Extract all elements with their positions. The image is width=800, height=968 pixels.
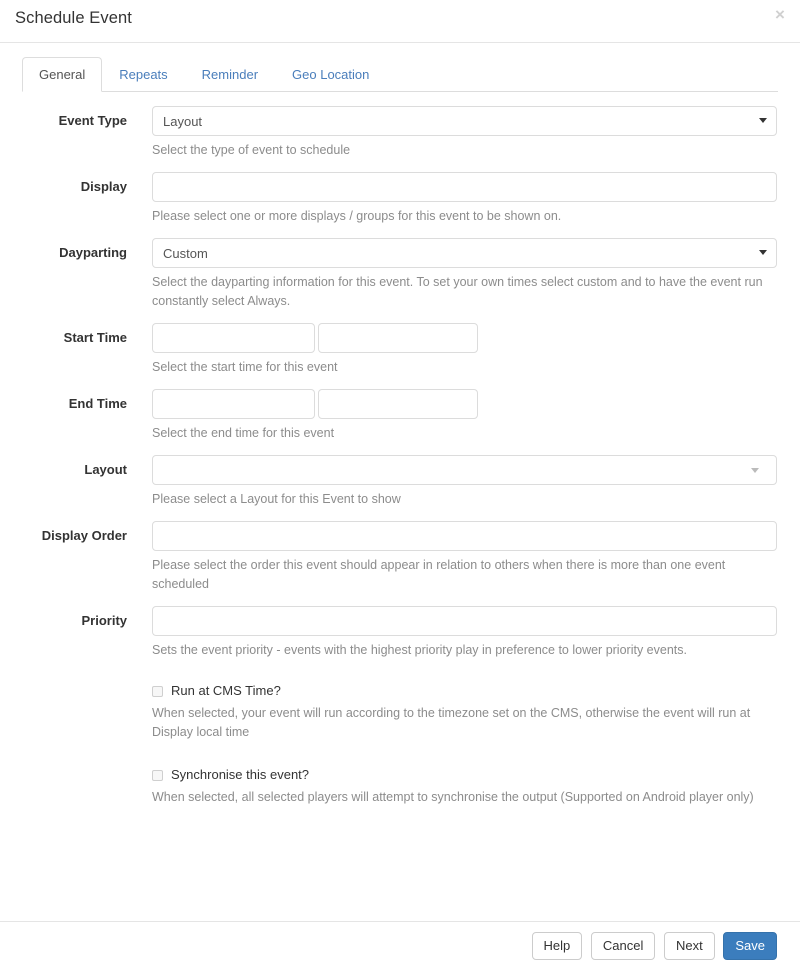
priority-input[interactable] xyxy=(152,606,777,636)
start-time-label: Start Time xyxy=(63,330,127,345)
run-at-cms-time-help: When selected, your event will run accor… xyxy=(152,706,751,739)
start-time-time-input[interactable] xyxy=(318,323,478,353)
dayparting-help: Select the dayparting information for th… xyxy=(152,275,763,308)
end-time-fields xyxy=(152,389,777,419)
run-at-cms-time-checkbox[interactable] xyxy=(152,685,163,697)
layout-select[interactable] xyxy=(152,455,777,485)
end-time-time-input[interactable] xyxy=(318,389,478,419)
dayparting-label: Dayparting xyxy=(59,245,127,260)
modal-header: Schedule Event × xyxy=(0,0,800,43)
start-time-date-input[interactable] xyxy=(152,323,315,353)
end-time-help: Select the end time for this event xyxy=(152,426,335,440)
priority-help: Sets the event priority - events with th… xyxy=(152,643,687,657)
synchronise-line: Synchronise this event? xyxy=(152,766,777,784)
event-type-help: Select the type of event to schedule xyxy=(152,143,351,157)
tab-bar: General Repeats Reminder Geo Location xyxy=(22,57,778,92)
form-row-dayparting: Dayparting Select the dayparting informa… xyxy=(0,238,800,311)
form-row-display-order: Display Order Please select the order th… xyxy=(0,521,800,594)
form-row-priority: Priority Sets the event priority - event… xyxy=(0,606,800,660)
form-row-start-time: Start Time Select the start time for thi… xyxy=(0,323,800,377)
dayparting-select[interactable] xyxy=(152,238,777,268)
tab-reminder[interactable]: Reminder xyxy=(185,57,275,92)
layout-help: Please select a Layout for this Event to… xyxy=(152,492,401,506)
synchronise-checkbox[interactable] xyxy=(152,769,163,781)
form-row-synchronise: Synchronise this event? When selected, a… xyxy=(0,766,800,807)
display-order-input[interactable] xyxy=(152,521,777,551)
form-row-run-at-cms-time: Run at CMS Time? When selected, your eve… xyxy=(0,682,800,742)
display-input[interactable] xyxy=(152,172,777,202)
next-button[interactable]: Next xyxy=(664,932,715,960)
start-time-fields xyxy=(152,323,777,353)
layout-label: Layout xyxy=(84,462,127,477)
tab-geo-location[interactable]: Geo Location xyxy=(275,57,386,92)
tab-repeats[interactable]: Repeats xyxy=(102,57,184,92)
tab-general[interactable]: General xyxy=(22,57,103,92)
page-title: Schedule Event xyxy=(15,9,132,27)
dayparting-select-wrap xyxy=(152,238,777,268)
close-icon[interactable]: × xyxy=(770,5,790,25)
run-at-cms-time-line: Run at CMS Time? xyxy=(152,682,777,700)
event-type-select[interactable] xyxy=(152,106,777,136)
form-row-display: Display Please select one or more displa… xyxy=(0,172,800,226)
cancel-button[interactable]: Cancel xyxy=(590,932,656,960)
priority-label: Priority xyxy=(81,613,127,628)
form-row-event-type: Event Type Select the type of event to s… xyxy=(0,106,800,160)
form-row-end-time: End Time Select the end time for this ev… xyxy=(0,389,800,443)
end-time-label: End Time xyxy=(68,396,127,411)
display-order-label: Display Order xyxy=(41,528,127,543)
save-button[interactable]: Save xyxy=(723,932,777,960)
modal-footer: Help Cancel Next Save xyxy=(0,921,800,968)
event-type-label: Event Type xyxy=(58,113,127,128)
event-type-select-wrap xyxy=(152,106,777,136)
synchronise-help: When selected, all selected players will… xyxy=(152,790,754,804)
help-button[interactable]: Help xyxy=(531,932,583,960)
display-label: Display xyxy=(80,179,127,194)
schedule-event-form: Event Type Select the type of event to s… xyxy=(0,92,800,807)
synchronise-label[interactable]: Synchronise this event? xyxy=(171,766,309,784)
run-at-cms-time-label[interactable]: Run at CMS Time? xyxy=(171,682,281,700)
display-order-help: Please select the order this event shoul… xyxy=(152,558,726,591)
form-row-layout: Layout Please select a Layout for this E… xyxy=(0,455,800,509)
end-time-date-input[interactable] xyxy=(152,389,315,419)
start-time-help: Select the start time for this event xyxy=(152,360,338,374)
tab-list: General Repeats Reminder Geo Location xyxy=(22,57,778,92)
layout-select-wrap xyxy=(152,455,777,485)
display-help: Please select one or more displays / gro… xyxy=(152,209,562,223)
